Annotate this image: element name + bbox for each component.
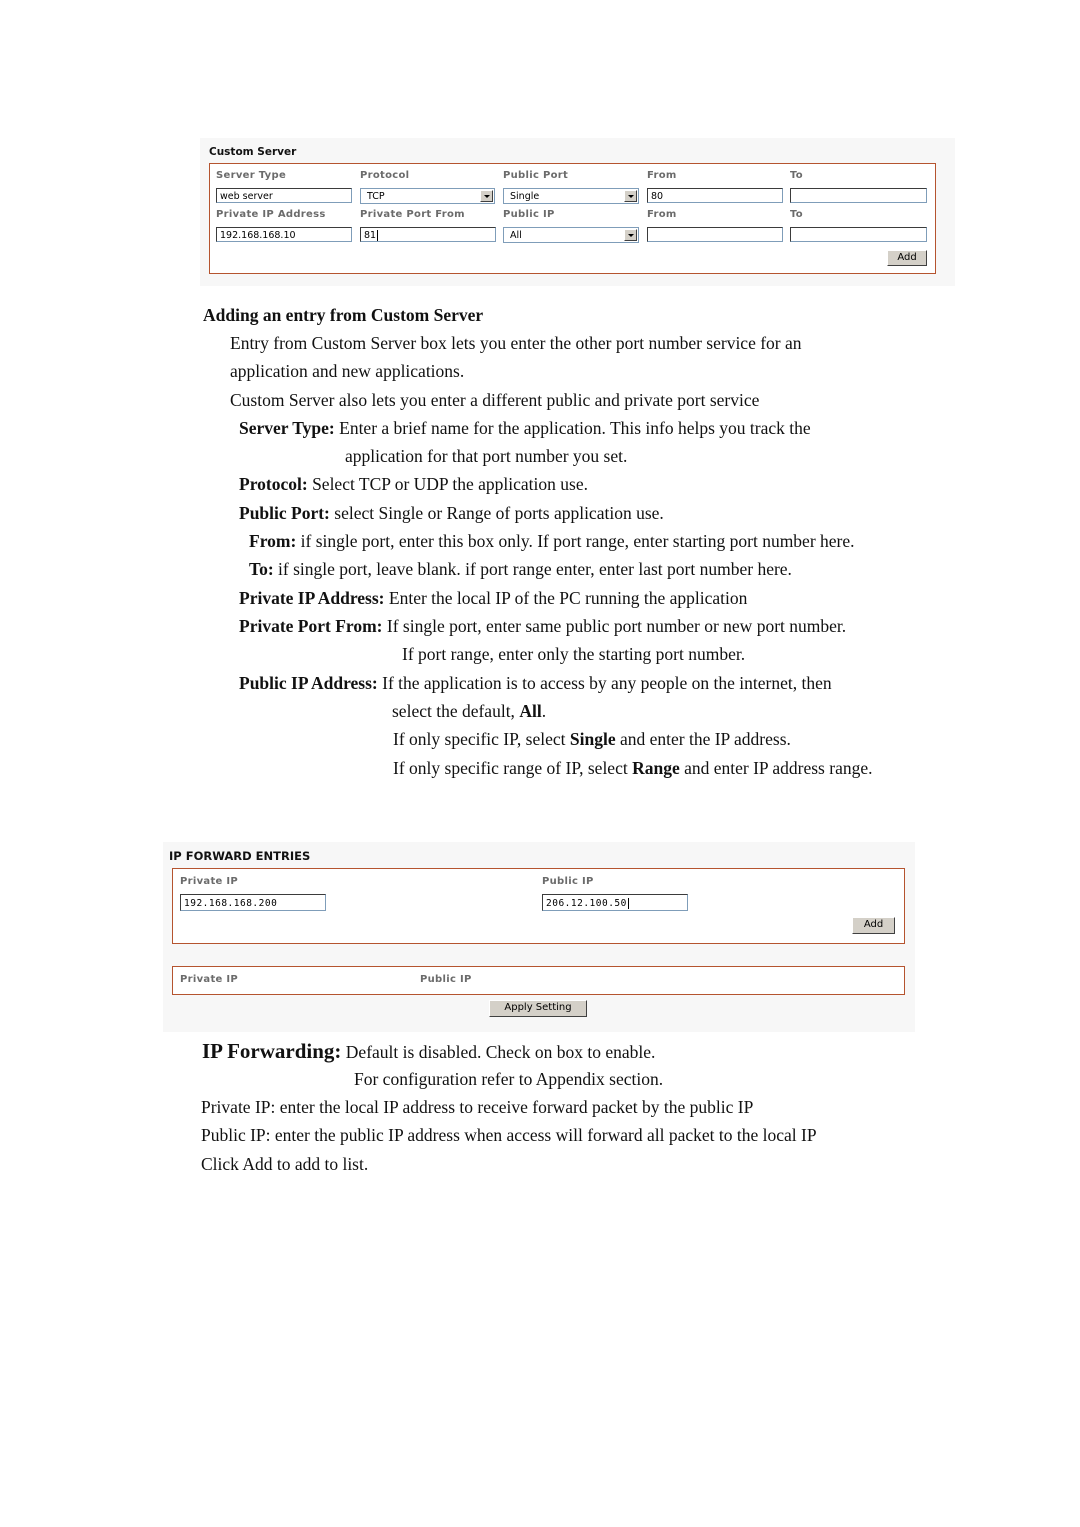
custom-server-panel: Server Type Protocol Public Port From To…: [209, 163, 936, 274]
ip-forwarding-description: IP Forwarding: Default is disabled. Chec…: [202, 1040, 655, 1063]
term: Public IP Address:: [239, 673, 378, 693]
public-to-input[interactable]: [790, 188, 927, 203]
emphasis: Single: [569, 729, 616, 749]
apply-setting-button[interactable]: Apply Setting: [489, 1000, 587, 1017]
text-cursor: [377, 230, 379, 241]
term: To:: [249, 559, 274, 579]
desc: If only specific range of IP, select: [393, 758, 633, 778]
intro-line-3: Custom Server also lets you enter a diff…: [230, 390, 760, 410]
desc: if single port, leave blank. if port ran…: [273, 559, 792, 579]
term: Private IP Address:: [239, 588, 385, 608]
desc: select Single or Range of ports applicat…: [329, 503, 664, 523]
desc: Default is disabled. Check on box to ena…: [341, 1042, 656, 1062]
desc: Enter a brief name for the application. …: [334, 418, 811, 438]
protocol-description: Protocol: Select TCP or UDP the applicat…: [239, 473, 588, 495]
server-type-description: Server Type: Enter a brief name for the …: [239, 417, 811, 439]
ip-forward-entry-panel: Private IP Public IP 192.168.168.200 206…: [172, 868, 905, 944]
public-ip-value: 206.12.100.50: [546, 898, 627, 909]
public-ip-from-input[interactable]: [647, 227, 783, 242]
term: Public Port:: [239, 503, 330, 523]
desc: if single port, enter this box only. If …: [296, 531, 855, 551]
public-to-label: To: [790, 170, 803, 181]
private-ip-description: Private IP Address: Enter the local IP o…: [239, 587, 747, 609]
desc: and enter the IP address.: [615, 729, 791, 749]
public-ip-label: Public IP: [503, 209, 555, 220]
dropdown-arrow-icon[interactable]: [480, 190, 493, 202]
private-ip-input[interactable]: 192.168.168.200: [180, 894, 326, 911]
list-header-private-ip: Private IP: [180, 974, 239, 985]
custom-server-title: Custom Server: [209, 146, 297, 158]
term: Protocol:: [239, 474, 308, 494]
private-ip-help: Private IP: enter the local IP address t…: [201, 1097, 754, 1117]
private-ip-address-input[interactable]: 192.168.168.10: [216, 227, 352, 242]
dropdown-arrow-icon[interactable]: [624, 190, 637, 202]
add-button[interactable]: Add: [852, 917, 895, 934]
public-ip-input[interactable]: 206.12.100.50: [542, 894, 688, 911]
public-ip-description-4: If only specific range of IP, select Ran…: [393, 757, 872, 779]
private-port-description-cont: If port range, enter only the starting p…: [402, 644, 746, 664]
term: Private Port From:: [239, 616, 383, 636]
term: From:: [249, 531, 297, 551]
desc: select the default,: [392, 701, 520, 721]
desc: Enter the local IP of the PC running the…: [384, 588, 748, 608]
private-port-from-input[interactable]: 81: [360, 227, 496, 242]
desc: If the application is to access by any p…: [377, 673, 832, 693]
add-button[interactable]: Add: [887, 250, 927, 266]
private-port-from-value: 81: [364, 230, 377, 241]
ip-forward-title: IP FORWARD ENTRIES: [169, 849, 311, 863]
public-from-label: From: [647, 170, 677, 181]
desc: .: [541, 701, 547, 721]
server-type-label: Server Type: [216, 170, 287, 181]
public-ip-select[interactable]: All: [503, 227, 639, 243]
public-port-value: Single: [510, 191, 540, 202]
public-ip-description: Public IP Address: If the application is…: [239, 672, 832, 694]
desc: Select TCP or UDP the application use.: [307, 474, 588, 494]
intro-line-1: Entry from Custom Server box lets you en…: [230, 333, 802, 353]
public-from-input[interactable]: 80: [647, 188, 783, 203]
add-help: Click Add to add to list.: [201, 1154, 369, 1174]
emphasis: All: [519, 701, 542, 721]
private-ip-address-label: Private IP Address: [216, 209, 326, 220]
protocol-label: Protocol: [360, 170, 410, 181]
list-header-public-ip: Public IP: [420, 974, 472, 985]
private-port-description: Private Port From: If single port, enter…: [239, 615, 846, 637]
dropdown-arrow-icon[interactable]: [624, 229, 637, 241]
private-port-from-label: Private Port From: [360, 209, 465, 220]
server-type-input[interactable]: web server: [216, 188, 352, 203]
emphasis: Range: [632, 758, 680, 778]
public-port-description: Public Port: select Single or Range of p…: [239, 502, 664, 524]
protocol-select[interactable]: TCP: [360, 188, 495, 204]
text-cursor: [627, 898, 629, 909]
desc: If only specific IP, select: [393, 729, 570, 749]
public-ip-description-3: If only specific IP, select Single and e…: [393, 728, 791, 750]
ip-forward-list: Private IP Public IP: [172, 966, 905, 995]
public-port-label: Public Port: [503, 170, 569, 181]
intro-line-2: application and new applications.: [230, 361, 465, 381]
public-port-select[interactable]: Single: [503, 188, 639, 204]
desc: If single port, enter same public port n…: [382, 616, 847, 636]
public-ip-value: All: [510, 230, 522, 241]
term: Server Type:: [239, 418, 335, 438]
ip-forwarding-description-cont: For configuration refer to Appendix sect…: [354, 1069, 664, 1089]
public-ip-to-label: To: [790, 209, 803, 220]
from-description: From: if single port, enter this box onl…: [249, 530, 855, 552]
custom-server-heading: Adding an entry from Custom Server: [203, 305, 484, 325]
public-ip-to-input[interactable]: [790, 227, 927, 242]
to-description: To: if single port, leave blank. if port…: [249, 558, 792, 580]
public-ip-help: Public IP: enter the public IP address w…: [201, 1125, 817, 1145]
term: IP Forwarding:: [202, 1039, 342, 1063]
protocol-value: TCP: [367, 191, 385, 202]
public-ip-label: Public IP: [542, 876, 594, 887]
desc: and enter IP address range.: [679, 758, 873, 778]
server-type-description-cont: application for that port number you set…: [345, 446, 628, 466]
public-ip-from-label: From: [647, 209, 677, 220]
public-ip-description-2: select the default, All.: [392, 700, 546, 722]
private-ip-label: Private IP: [180, 876, 239, 887]
